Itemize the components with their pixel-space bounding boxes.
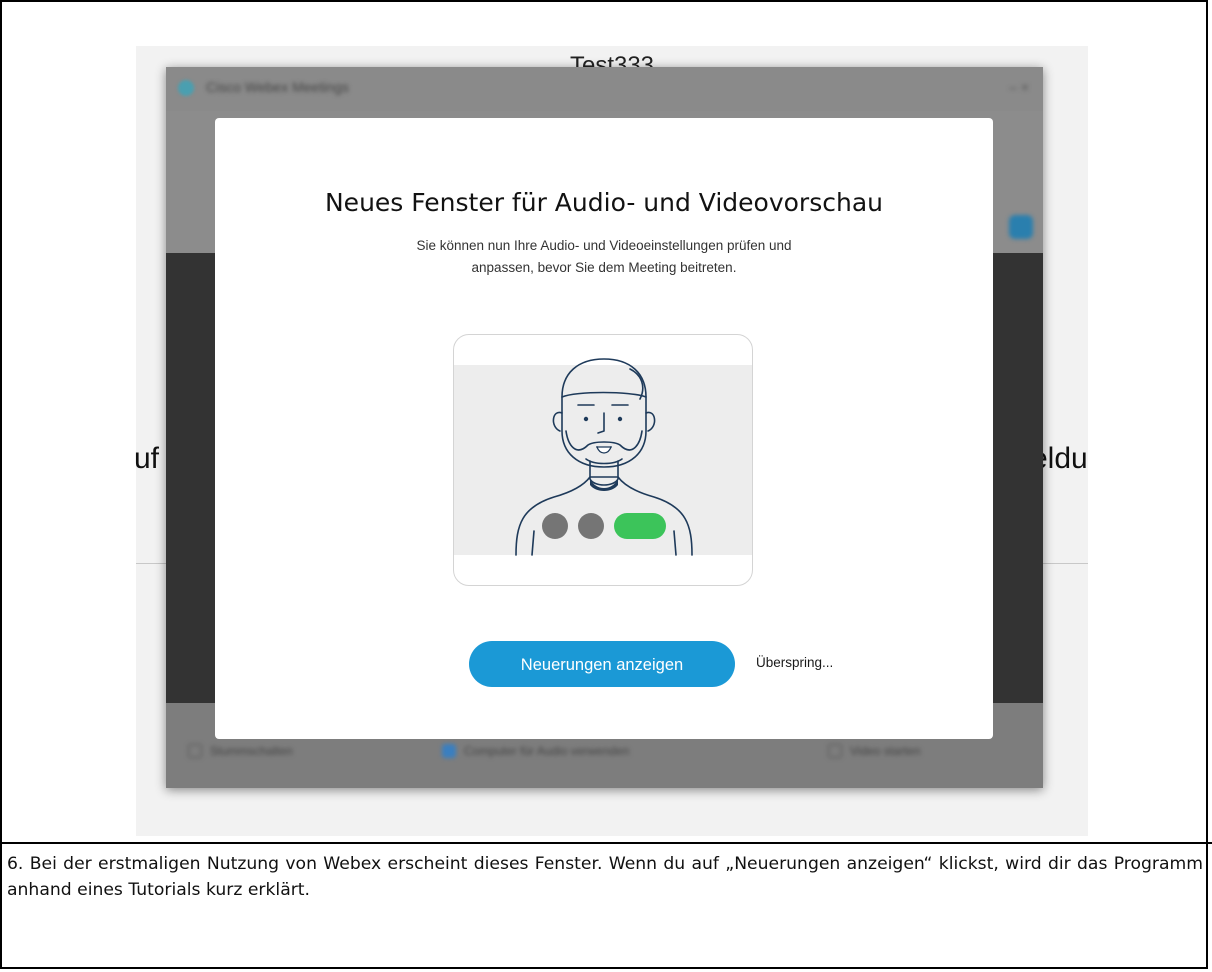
app-accent-button xyxy=(1009,215,1033,239)
mute-toggle-icon xyxy=(542,513,568,539)
audio-control: Computer für Audio verwenden xyxy=(442,744,629,758)
mute-control: Stummschalten xyxy=(188,744,293,758)
audio-label: Computer für Audio verwenden xyxy=(464,744,630,758)
preview-illustration xyxy=(453,334,753,586)
join-toggle-icon xyxy=(614,513,666,539)
app-window-title: Cisco Webex Meetings xyxy=(206,79,349,95)
video-icon xyxy=(828,744,842,758)
dialog-description: Sie können nun Ihre Audio- und Videoeins… xyxy=(355,235,853,279)
app-titlebar: Cisco Webex Meetings – × xyxy=(166,67,1043,111)
background-text-left: uf xyxy=(134,442,160,475)
show-whats-new-button[interactable]: Neuerungen anzeigen xyxy=(469,641,735,687)
mute-label: Stummschalten xyxy=(210,744,293,758)
video-toggle-icon xyxy=(578,513,604,539)
computer-audio-icon xyxy=(442,744,456,758)
checkbox-icon xyxy=(188,744,202,758)
table-row-divider xyxy=(0,842,1212,844)
whats-new-dialog: Neues Fenster für Audio- und Videovorsch… xyxy=(215,118,993,739)
window-controls[interactable]: – × xyxy=(1009,79,1029,95)
bearded-person-illustration xyxy=(515,358,693,556)
webex-logo-icon xyxy=(178,80,194,96)
video-label: Video starten xyxy=(850,744,921,758)
step-caption: 6. Bei der erstmaligen Nutzung von Webex… xyxy=(7,854,1203,900)
video-control: Video starten xyxy=(828,744,921,758)
dialog-title: Neues Fenster für Audio- und Videovorsch… xyxy=(324,188,883,217)
skip-link[interactable]: Überspring... xyxy=(756,655,833,670)
dialog-description-line-2: anpassen, bevor Sie dem Meeting beitrete… xyxy=(471,260,737,275)
dialog-description-line-1: Sie können nun Ihre Audio- und Videoeins… xyxy=(416,238,792,253)
